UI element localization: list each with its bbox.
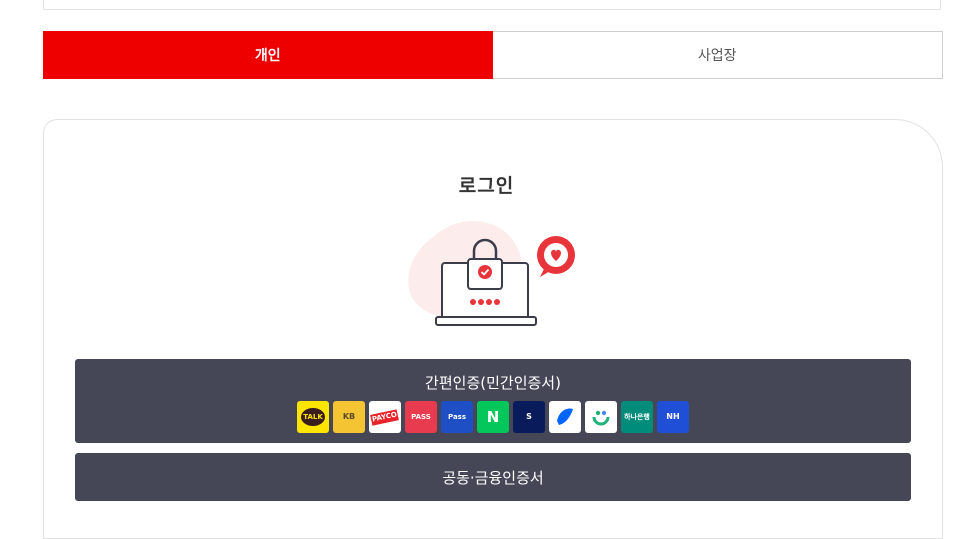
heart-bubble-icon <box>537 236 575 277</box>
nh-icon: NH <box>657 401 689 433</box>
provider-icons: TALK KB PAYCO PASS Pass N S 하나은행 NH <box>75 401 911 433</box>
kb-icon: KB <box>333 401 365 433</box>
pass-icon: PASS <box>405 401 437 433</box>
joint-cert-button[interactable]: 공동·금융인증서 <box>75 453 911 501</box>
top-container <box>43 0 941 10</box>
login-type-tabs: 개인 사업장 <box>43 31 943 79</box>
samsung-pass-icon: Pass <box>441 401 473 433</box>
simple-cert-button[interactable]: 간편인증(민간인증서) TALK KB PAYCO PASS Pass N S 하나은행 NH <box>75 359 911 443</box>
naver-icon: N <box>477 401 509 433</box>
toss-icon <box>549 401 581 433</box>
joint-cert-label: 공동·금융인증서 <box>442 468 544 487</box>
hana-icon: 하나은행 <box>621 401 653 433</box>
banksalad-icon <box>585 401 617 433</box>
laptop-lock-illustration <box>408 221 575 326</box>
page-title: 로그인 <box>458 175 515 197</box>
kakao-icon: TALK <box>297 401 329 433</box>
tab-personal[interactable]: 개인 <box>43 31 493 79</box>
simple-cert-label: 간편인증(민간인증서) <box>425 374 561 392</box>
payco-icon: PAYCO <box>369 401 401 433</box>
shinhan-icon: S <box>513 401 545 433</box>
tab-business[interactable]: 사업장 <box>492 31 943 79</box>
